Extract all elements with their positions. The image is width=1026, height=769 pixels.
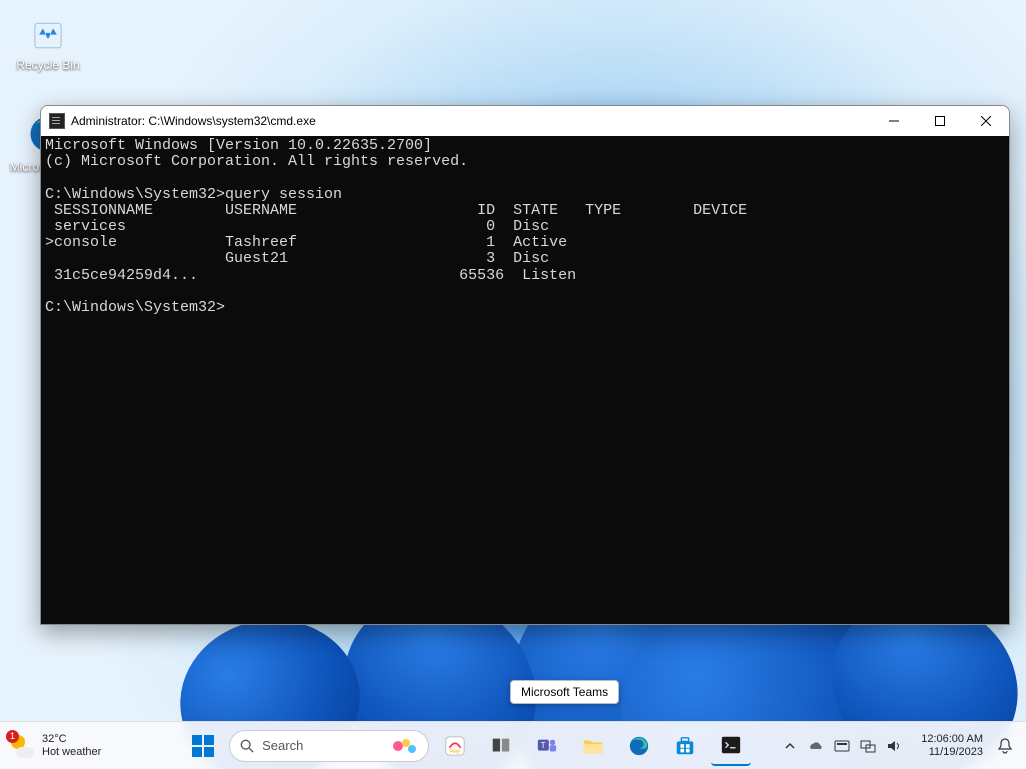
notifications-button[interactable] <box>994 735 1016 757</box>
taskbar-clock[interactable]: 12:06:00 AM 11/19/2023 <box>916 733 988 758</box>
taskbar-tooltip: Microsoft Teams <box>510 680 619 704</box>
cmd-window: Administrator: C:\Windows\system32\cmd.e… <box>40 105 1010 625</box>
search-highlight-icon <box>392 737 418 755</box>
window-title: Administrator: C:\Windows\system32\cmd.e… <box>71 114 316 128</box>
start-button[interactable] <box>183 726 223 766</box>
weather-badge: 1 <box>6 730 19 743</box>
edge-icon <box>628 735 650 757</box>
search-label: Search <box>262 738 384 753</box>
taskbar-teams[interactable]: T <box>527 726 567 766</box>
window-titlebar[interactable]: Administrator: C:\Windows\system32\cmd.e… <box>41 106 1009 136</box>
taskbar-microsoft-store[interactable] <box>665 726 705 766</box>
weather-temp: 32°C <box>42 733 101 745</box>
system-tray[interactable] <box>774 738 910 754</box>
file-explorer-icon <box>582 735 604 757</box>
clock-date: 11/19/2023 <box>921 746 983 759</box>
recycle-bin-icon <box>26 10 70 54</box>
svg-text:T: T <box>541 740 546 749</box>
copilot-icon: PRE <box>444 735 466 757</box>
task-view-icon <box>490 735 512 757</box>
cmd-app-icon <box>49 113 65 129</box>
tray-onedrive-icon[interactable] <box>808 738 824 754</box>
close-button[interactable] <box>963 106 1009 136</box>
terminal-icon <box>720 734 742 756</box>
tray-chevron-icon[interactable] <box>782 738 798 754</box>
desktop-icon-recycle-bin[interactable]: Recycle Bin <box>8 10 88 72</box>
clock-time: 12:06:00 AM <box>921 733 983 746</box>
taskbar-task-view[interactable] <box>481 726 521 766</box>
weather-desc: Hot weather <box>42 746 101 758</box>
windows-logo-icon <box>191 734 215 758</box>
taskbar-edge[interactable] <box>619 726 659 766</box>
desktop-icon-label: Recycle Bin <box>8 58 88 72</box>
taskbar-weather-widget[interactable]: 1 32°C Hot weather <box>0 733 160 757</box>
svg-text:PRE: PRE <box>450 749 462 755</box>
maximize-button[interactable] <box>917 106 963 136</box>
store-icon <box>674 735 696 757</box>
taskbar-terminal[interactable] <box>711 726 751 766</box>
tray-network-icon[interactable] <box>860 738 876 754</box>
tray-volume-icon[interactable] <box>886 738 902 754</box>
teams-icon: T <box>536 735 558 757</box>
search-icon <box>240 739 254 753</box>
bell-icon <box>996 737 1014 755</box>
taskbar-copilot[interactable]: PRE <box>435 726 475 766</box>
tray-language-icon[interactable] <box>834 738 850 754</box>
weather-icon: 1 <box>10 734 34 758</box>
minimize-button[interactable] <box>871 106 917 136</box>
taskbar: 1 32°C Hot weather Search PRE T <box>0 721 1026 769</box>
taskbar-file-explorer[interactable] <box>573 726 613 766</box>
taskbar-search[interactable]: Search <box>229 730 429 762</box>
terminal-output[interactable]: Microsoft Windows [Version 10.0.22635.27… <box>41 136 1009 624</box>
